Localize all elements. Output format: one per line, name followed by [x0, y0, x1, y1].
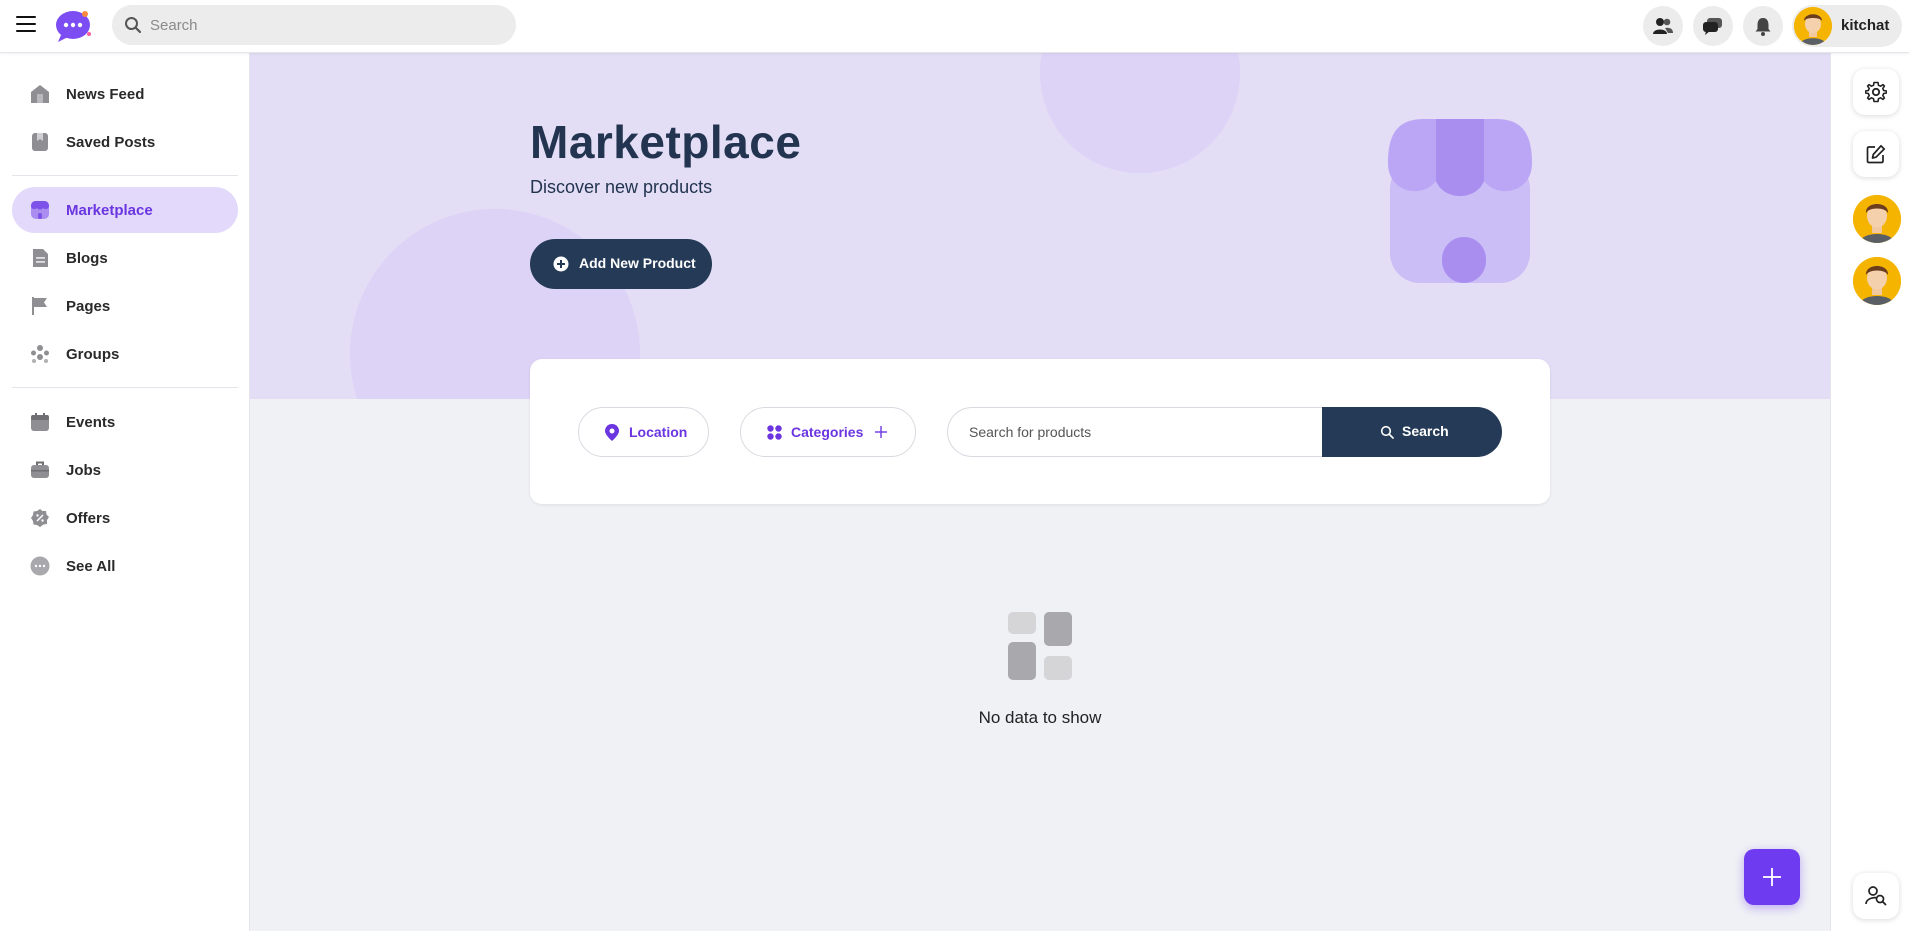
location-filter-button[interactable]: Location [578, 407, 709, 457]
sidebar-divider [12, 175, 238, 176]
top-bar: kitchat [0, 0, 1909, 53]
sidebar-item-label: See All [66, 557, 116, 575]
plus-icon [875, 426, 887, 438]
sidebar-item-saved-posts[interactable]: Saved Posts [12, 119, 238, 165]
username-label: kitchat [1841, 17, 1890, 34]
messages-button[interactable] [1693, 6, 1733, 46]
sidebar-item-label: Blogs [66, 249, 108, 267]
contact-avatar[interactable] [1853, 257, 1901, 305]
document-icon [33, 249, 48, 267]
sidebar-item-label: Marketplace [66, 201, 153, 219]
user-search-icon [1865, 886, 1887, 906]
sidebar-item-label: Jobs [66, 461, 102, 479]
marketplace-hero: Marketplace Discover new products Add Ne… [250, 53, 1830, 399]
product-search-button[interactable]: Search [1322, 407, 1502, 457]
decorative-circle [1040, 53, 1240, 173]
search-icon [125, 17, 142, 34]
right-sidebar [1830, 53, 1909, 931]
edit-icon [1866, 144, 1886, 164]
plus-circle-icon [553, 256, 569, 272]
sidebar-divider [12, 387, 238, 388]
sidebar-item-offers[interactable]: Offers [12, 495, 238, 541]
sidebar-item-groups[interactable]: Groups [12, 331, 238, 377]
add-new-product-label: Add New Product [579, 255, 696, 271]
home-icon [31, 85, 49, 103]
find-people-button[interactable] [1853, 873, 1899, 919]
briefcase-icon [31, 461, 49, 478]
create-fab-button[interactable] [1744, 849, 1800, 905]
store-icon [31, 201, 49, 219]
sidebar-item-label: Offers [66, 509, 111, 527]
search-input[interactable] [150, 5, 500, 45]
notifications-button[interactable] [1743, 6, 1783, 46]
categories-filter-button[interactable]: Categories [740, 407, 916, 457]
location-label: Location [629, 424, 688, 440]
user-avatar [1794, 7, 1832, 45]
sidebar-item-events[interactable]: Events [12, 399, 238, 445]
calendar-icon [31, 413, 49, 431]
page-subtitle: Discover new products [530, 177, 713, 197]
empty-state-message: No data to show [978, 708, 1102, 727]
sidebar-item-label: Groups [66, 345, 120, 363]
product-search-input[interactable] [947, 407, 1323, 457]
categories-label: Categories [791, 424, 864, 440]
app-logo[interactable] [53, 8, 93, 44]
sidebar-item-blogs[interactable]: Blogs [12, 235, 238, 281]
sidebar-item-label: Events [66, 413, 116, 431]
store-illustration [1388, 119, 1532, 283]
users-icon [1653, 18, 1673, 34]
chat-icon [1703, 18, 1722, 35]
percent-badge-icon [31, 509, 49, 527]
flag-icon [32, 297, 47, 315]
plus-icon [1763, 868, 1781, 886]
sidebar-item-news-feed[interactable]: News Feed [12, 71, 238, 117]
groups-icon [31, 345, 49, 363]
gear-icon [1865, 81, 1887, 103]
location-pin-icon [605, 424, 619, 441]
sidebar-item-marketplace[interactable]: Marketplace [12, 187, 238, 233]
search-button-label: Search [1402, 423, 1449, 439]
sidebar-item-label: News Feed [66, 85, 145, 103]
sidebar-item-pages[interactable]: Pages [12, 283, 238, 329]
menu-icon[interactable] [16, 16, 36, 32]
contact-avatar[interactable] [1853, 195, 1901, 243]
settings-button[interactable] [1853, 69, 1899, 115]
sidebar-item-see-all[interactable]: See All [12, 543, 238, 589]
empty-grid-icon [1008, 612, 1072, 680]
user-profile-chip[interactable]: kitchat [1792, 5, 1902, 47]
more-dots-icon [30, 556, 50, 576]
bell-icon [1755, 18, 1771, 36]
sidebar-item-jobs[interactable]: Jobs [12, 447, 238, 493]
sidebar-item-label: Saved Posts [66, 133, 156, 151]
page-title: Marketplace [530, 116, 802, 168]
global-search [112, 5, 516, 45]
product-filter-card: Location Categories Search [530, 359, 1550, 504]
bookmark-icon [32, 133, 48, 151]
grid-icon [767, 425, 782, 440]
left-sidebar: News Feed Saved Posts Marketplace Blogs … [0, 53, 250, 931]
search-icon [1380, 425, 1394, 439]
compose-button[interactable] [1853, 131, 1899, 177]
sidebar-item-label: Pages [66, 297, 111, 315]
friends-button[interactable] [1643, 6, 1683, 46]
add-new-product-button[interactable]: Add New Product [530, 239, 712, 289]
